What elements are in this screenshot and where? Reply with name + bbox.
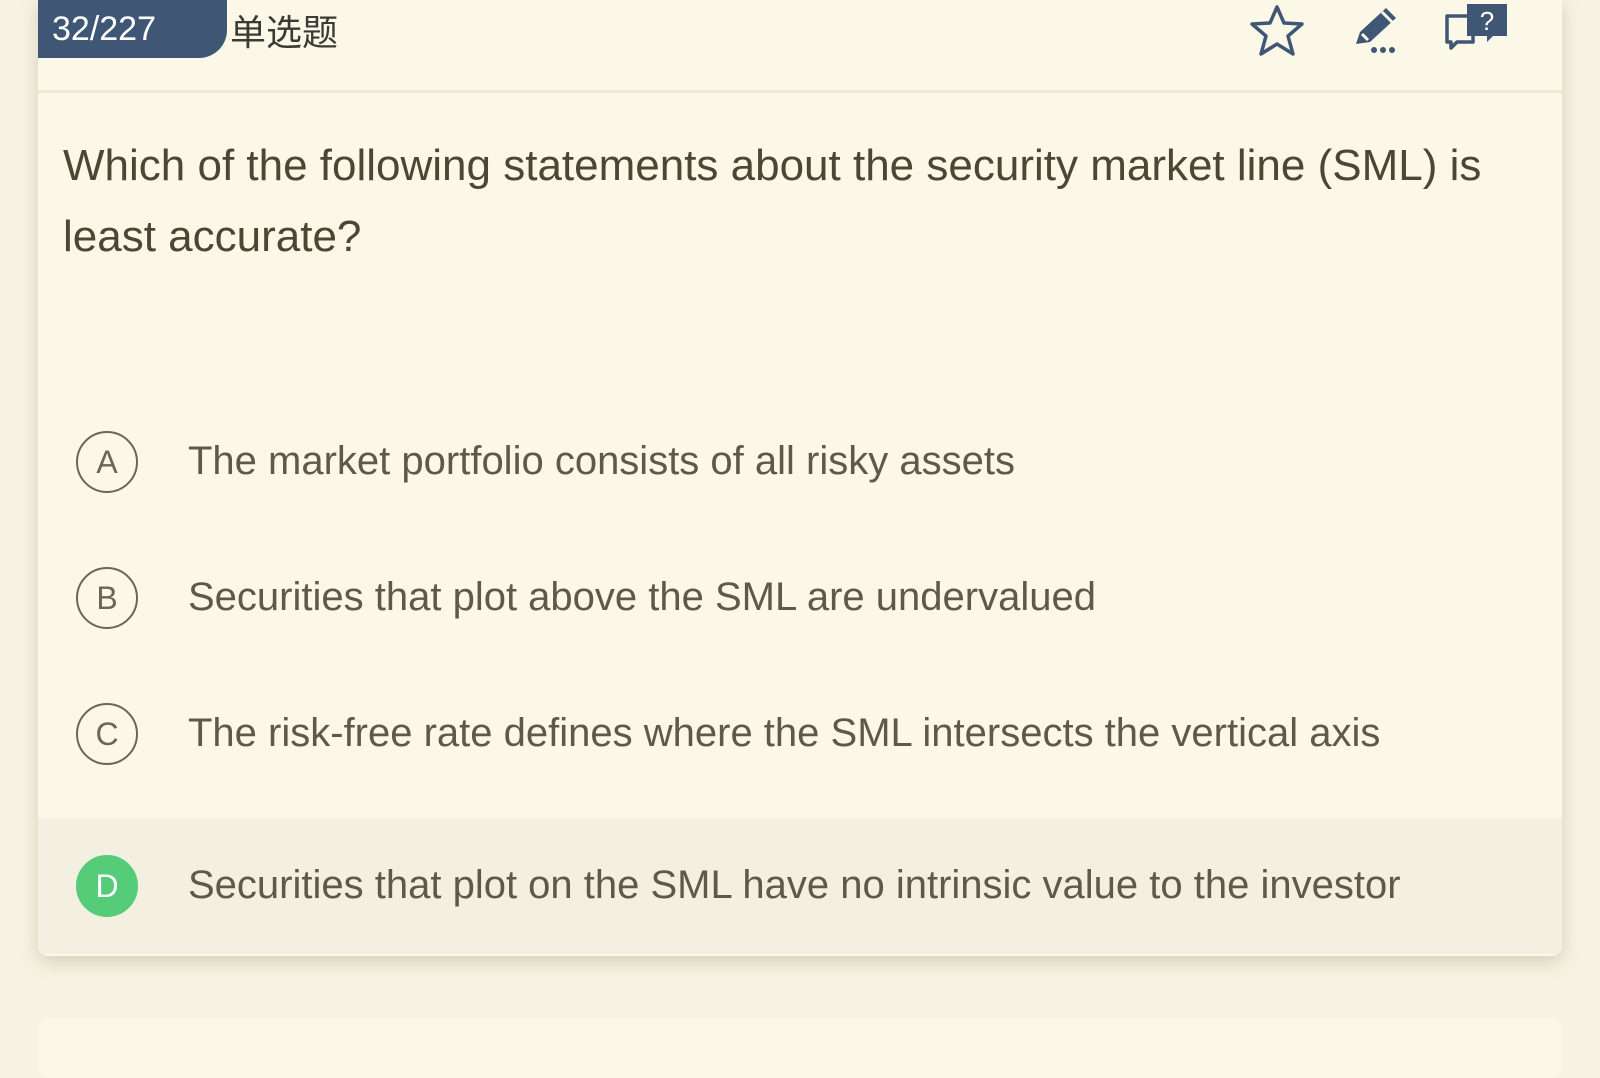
option-text: Securities that plot on the SML have no … <box>188 863 1401 907</box>
option-letter-badge: C <box>76 703 138 765</box>
question-header: 32/227 单选题 ? <box>38 0 1562 93</box>
question-card: 32/227 单选题 ? Which of the following stat… <box>38 0 1562 956</box>
star-icon[interactable] <box>1248 4 1306 58</box>
feedback-help-icon[interactable]: ? <box>1443 2 1509 52</box>
correct-answer-badge: D <box>76 855 138 917</box>
option-text: Securities that plot above the SML are u… <box>188 575 1096 619</box>
option-letter-badge: B <box>76 567 138 629</box>
option-c[interactable]: C The risk-free rate defines where the S… <box>38 666 1562 802</box>
svg-text:?: ? <box>1480 6 1494 36</box>
edit-note-icon[interactable] <box>1348 4 1406 58</box>
option-text: The market portfolio consists of all ris… <box>188 439 1015 483</box>
option-a[interactable]: A The market portfolio consists of all r… <box>38 394 1562 530</box>
option-letter-badge: A <box>76 431 138 493</box>
option-text: The risk-free rate defines where the SML… <box>188 711 1381 755</box>
question-counter: 32/227 <box>38 0 227 58</box>
option-b[interactable]: B Securities that plot above the SML are… <box>38 530 1562 666</box>
question-type-label: 单选题 <box>230 13 339 54</box>
next-card <box>38 1018 1562 1078</box>
option-d[interactable]: D Securities that plot on the SML have n… <box>38 818 1562 954</box>
question-text: Which of the following statements about … <box>63 141 1482 261</box>
